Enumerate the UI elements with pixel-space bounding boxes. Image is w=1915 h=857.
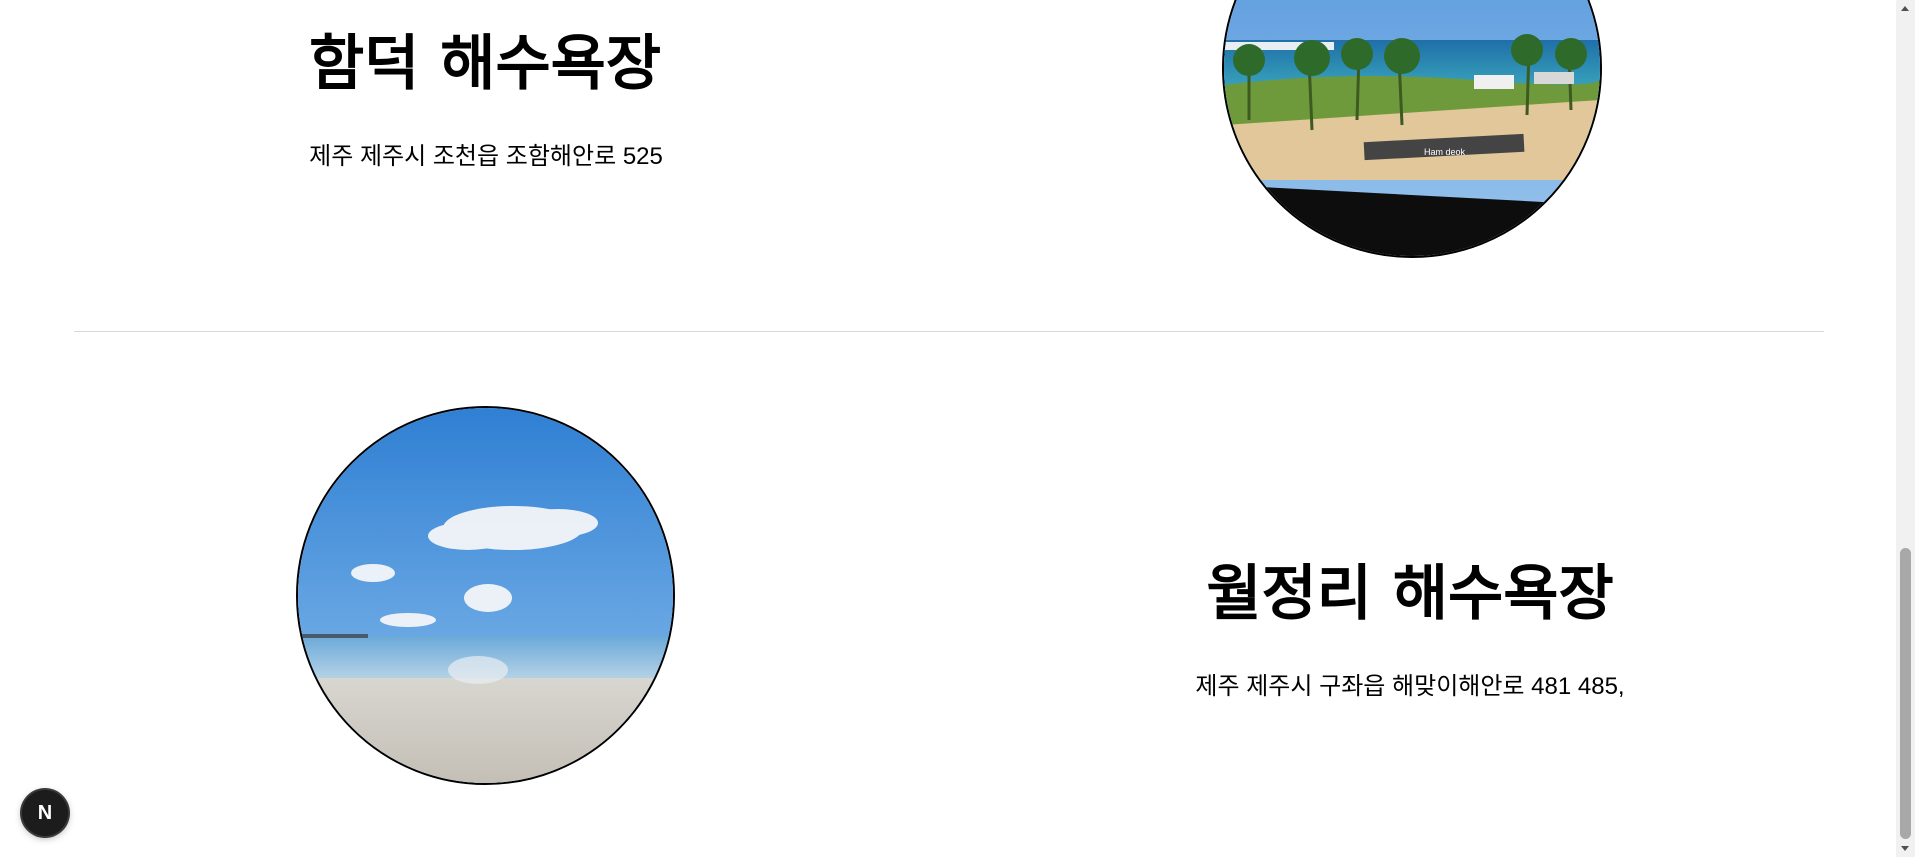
beach-address: 제주 제주시 구좌읍 해맞이해안로 481 485, [1195,673,1625,700]
beach-address: 제주 제주시 조천읍 조함해안로 525 [309,143,663,170]
beach-section-woljeongri: 월정리 해수욕장 제주 제주시 구좌읍 해맞이해안로 481 485, [0,332,1896,857]
beach-title: 월정리 해수욕장 [1206,559,1614,629]
vertical-scrollbar[interactable] [1896,0,1915,857]
beach-photo-hamdeok: Ham deok [1222,0,1602,258]
beach-section-hamdeok: 함덕 해수욕장 제주 제주시 조천읍 조함해안로 525 Ham deok [0,0,1896,331]
beach-photo-woljeongri [296,406,675,785]
beach-sign-text: Ham deok [1424,147,1466,157]
dev-tools-badge[interactable]: N [22,790,68,836]
scroll-up-arrow-icon[interactable] [1896,0,1915,17]
badge-letter: N [37,801,53,824]
beach-title: 함덕 해수욕장 [308,29,662,99]
scroll-down-arrow-icon[interactable] [1896,840,1915,857]
scrollbar-thumb[interactable] [1900,548,1911,839]
